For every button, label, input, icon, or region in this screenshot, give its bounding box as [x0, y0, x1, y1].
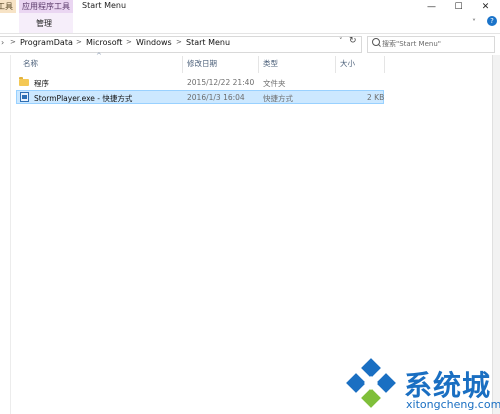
column-divider[interactable] — [258, 56, 259, 73]
breadcrumb-separator-icon[interactable]: > — [126, 38, 132, 46]
breadcrumb-programdata[interactable]: ProgramData — [20, 38, 73, 47]
file-modified: 2016/1/3 16:04 — [187, 93, 245, 102]
window-title: Start Menu — [82, 1, 127, 10]
file-row-stormplayer[interactable]: StormPlayer.exe - 快捷方式 2016/1/3 16:04 快捷… — [16, 90, 384, 104]
ribbon-left-edge — [0, 13, 10, 33]
file-row-programs[interactable]: 程序 2015/12/22 21:40 文件夹 — [16, 76, 384, 90]
column-divider[interactable] — [335, 56, 336, 73]
breadcrumb-overflow[interactable]: › — [1, 38, 4, 47]
search-icon — [372, 38, 380, 46]
ribbon-tab-row — [0, 13, 500, 34]
breadcrumb-start-menu[interactable]: Start Menu — [186, 38, 230, 47]
file-size: 2 KB — [367, 93, 385, 102]
column-divider[interactable] — [182, 56, 183, 73]
column-header-type[interactable]: 类型 — [263, 58, 278, 69]
column-header-modified[interactable]: 修改日期 — [187, 58, 217, 69]
breadcrumb-separator-icon[interactable]: > — [176, 38, 182, 46]
navigation-pane[interactable] — [0, 55, 11, 414]
maximize-button[interactable]: ☐ — [445, 0, 472, 13]
tab-tools[interactable]: 工具 — [0, 0, 16, 13]
search-placeholder: 搜索"Start Menu" — [382, 40, 441, 48]
ribbon-expand-icon[interactable]: ˅ — [472, 18, 476, 27]
breadcrumb-windows[interactable]: Windows — [136, 38, 172, 47]
address-dropdown-icon[interactable]: ˅ — [339, 37, 343, 45]
column-header-size[interactable]: 大小 — [340, 58, 355, 69]
file-modified: 2015/12/22 21:40 — [187, 78, 255, 87]
shortcut-icon — [20, 92, 29, 102]
tab-application-tools[interactable]: 应用程序工具 — [19, 0, 73, 13]
file-name: 程序 — [34, 79, 49, 88]
help-icon[interactable]: ? — [487, 16, 497, 26]
watermark-url: xitongcheng.com — [406, 398, 500, 411]
file-type: 文件夹 — [263, 79, 286, 88]
vertical-scrollbar[interactable] — [492, 55, 500, 414]
tab-manage[interactable]: 管理 — [19, 13, 73, 33]
column-divider[interactable] — [384, 56, 385, 73]
tab-tools-label: 工具 — [0, 2, 13, 11]
minimize-button[interactable]: — — [418, 0, 445, 13]
column-header-name[interactable]: 名称 — [23, 58, 38, 69]
file-name: StormPlayer.exe - 快捷方式 — [34, 94, 133, 103]
folder-icon — [19, 77, 29, 86]
file-type: 快捷方式 — [263, 94, 293, 103]
close-button[interactable]: ✕ — [472, 0, 499, 13]
breadcrumb-separator-icon[interactable]: > — [76, 38, 82, 46]
tab-application-tools-label: 应用程序工具 — [22, 2, 70, 11]
breadcrumb-microsoft[interactable]: Microsoft — [86, 38, 122, 47]
watermark-logo — [346, 358, 396, 408]
tab-manage-label: 管理 — [36, 19, 52, 28]
refresh-icon[interactable]: ↻ — [349, 36, 357, 46]
breadcrumb-separator-icon[interactable]: > — [10, 38, 16, 46]
sort-caret-icon: ^ — [96, 52, 102, 60]
